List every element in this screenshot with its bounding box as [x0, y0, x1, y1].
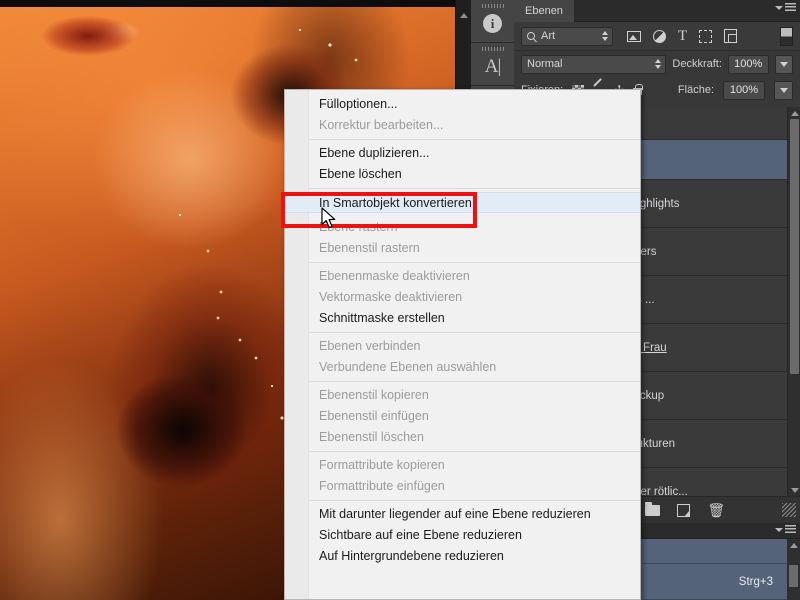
panel-rail-info[interactable]: i — [471, 0, 514, 43]
chevron-updown-icon[interactable] — [602, 31, 608, 41]
menu-separator — [309, 332, 640, 333]
photoshop-window: i A| ¶ Ebenen — [0, 0, 800, 600]
filter-kind-select[interactable]: Art — [521, 26, 613, 46]
chevron-down-icon — [775, 5, 783, 10]
menu-separator — [309, 381, 640, 382]
scroll-down-icon[interactable] — [788, 484, 800, 496]
tab-ebenen[interactable]: Ebenen — [514, 0, 574, 22]
search-icon — [527, 32, 535, 40]
adjustment-filter-icon[interactable] — [653, 29, 666, 43]
drag-grip-icon[interactable] — [481, 4, 504, 8]
menu-item-mit-darunter-liegender-reduzieren[interactable]: Mit darunter liegender auf eine Ebene re… — [285, 504, 640, 525]
menu-item-verbundene-ebenen-auswaehlen: Verbundene Ebenen auswählen — [319, 360, 497, 374]
hamburger-icon — [785, 3, 796, 12]
layers-panel-tabbar: Ebenen — [514, 0, 800, 22]
layer-list-scrollbar[interactable] — [787, 107, 800, 496]
scrollbar-thumb[interactable] — [789, 565, 798, 587]
menu-item-ebenenstil-kopieren: Ebenenstil kopieren — [319, 388, 429, 402]
hamburger-icon — [785, 525, 796, 534]
scroll-up-icon[interactable] — [456, 8, 472, 22]
panel-menu-icon[interactable] — [775, 3, 796, 12]
mouse-cursor — [321, 207, 339, 236]
blend-mode-row: Normal Deckkraft: 100% — [514, 51, 800, 77]
type-filter-icon[interactable]: T — [678, 28, 687, 44]
opacity-label: Deckkraft: — [672, 58, 722, 70]
delete-layer-icon[interactable]: 🗑 — [707, 502, 725, 519]
menu-item-ebene-loeschen[interactable]: Ebene löschen — [285, 164, 640, 185]
menu-separator — [309, 262, 640, 263]
chevron-down-icon — [775, 527, 783, 532]
resize-grip-icon[interactable] — [782, 503, 796, 517]
new-group-icon[interactable] — [645, 501, 661, 516]
menu-item-ebenenmaske-deaktivieren: Ebenenmaske deaktivieren — [319, 269, 470, 283]
fill-dropdown-icon[interactable] — [774, 80, 793, 100]
menu-item-ebenen-verbinden: Ebenen verbinden — [319, 339, 421, 353]
chevron-updown-icon[interactable] — [655, 59, 662, 69]
menu-item-formattribute-einfuegen: Formattribute einfügen — [319, 479, 445, 493]
layer-context-menu[interactable]: Fülloptionen... Korrektur bearbeiten... … — [284, 89, 641, 600]
shortcut-label: Strg+3 — [738, 575, 773, 588]
fill-label: Fläche: — [677, 84, 714, 96]
drag-grip-icon[interactable] — [481, 47, 504, 51]
scroll-up-icon[interactable] — [788, 107, 800, 119]
smart-object-filter-icon[interactable] — [724, 29, 738, 43]
filter-kind-value: Art — [541, 30, 556, 42]
menu-item-korrektur-bearbeiten: Korrektur bearbeiten... — [319, 118, 444, 132]
pixel-filter-icon[interactable] — [627, 30, 641, 42]
new-layer-icon[interactable] — [677, 503, 691, 517]
menu-item-sichtbare-reduzieren[interactable]: Sichtbare auf eine Ebene reduzieren — [285, 525, 640, 546]
scroll-up-icon[interactable] — [787, 539, 800, 551]
menu-item-ebenenstil-einfuegen: Ebenenstil einfügen — [319, 409, 429, 423]
menu-item-fuelloptionen[interactable]: Fülloptionen... — [285, 94, 640, 115]
scrollbar-thumb[interactable] — [790, 119, 799, 374]
shape-filter-icon[interactable] — [699, 29, 713, 43]
menu-item-ebenenstil-rastern: Ebenenstil rastern — [319, 241, 420, 255]
opacity-value[interactable]: 100% — [727, 54, 769, 74]
opacity-dropdown-icon[interactable] — [774, 54, 793, 74]
info-icon: i — [483, 14, 502, 33]
panel-menu-icon[interactable] — [775, 525, 796, 534]
blend-mode-select[interactable]: Normal — [521, 54, 667, 74]
lower-panel-scrollbar[interactable] — [787, 539, 800, 600]
menu-separator — [309, 139, 640, 140]
menu-separator — [309, 451, 640, 452]
menu-separator — [309, 500, 640, 501]
filter-toggle-switch[interactable] — [780, 26, 793, 46]
panel-rail-character[interactable]: A| — [471, 43, 514, 86]
filter-icon-group: T — [627, 28, 738, 44]
menu-item-formattribute-kopieren: Formattribute kopieren — [319, 458, 445, 472]
canvas-top-edge — [0, 0, 455, 7]
menu-item-vektormaske-deaktivieren: Vektormaske deaktivieren — [319, 290, 463, 304]
menu-separator — [309, 188, 640, 189]
menu-item-ebene-duplizieren[interactable]: Ebene duplizieren... — [285, 143, 640, 164]
blend-mode-value: Normal — [527, 58, 563, 70]
menu-item-ebenenstil-loeschen: Ebenenstil löschen — [319, 430, 424, 444]
fill-value[interactable]: 100% — [723, 80, 765, 100]
menu-item-schnittmaske-erstellen[interactable]: Schnittmaske erstellen — [285, 308, 640, 329]
layer-filter-row: Art T — [514, 22, 800, 51]
menu-item-auf-hintergrundebene-reduzieren[interactable]: Auf Hintergrundebene reduzieren — [285, 546, 640, 567]
character-icon: A| — [484, 55, 502, 77]
